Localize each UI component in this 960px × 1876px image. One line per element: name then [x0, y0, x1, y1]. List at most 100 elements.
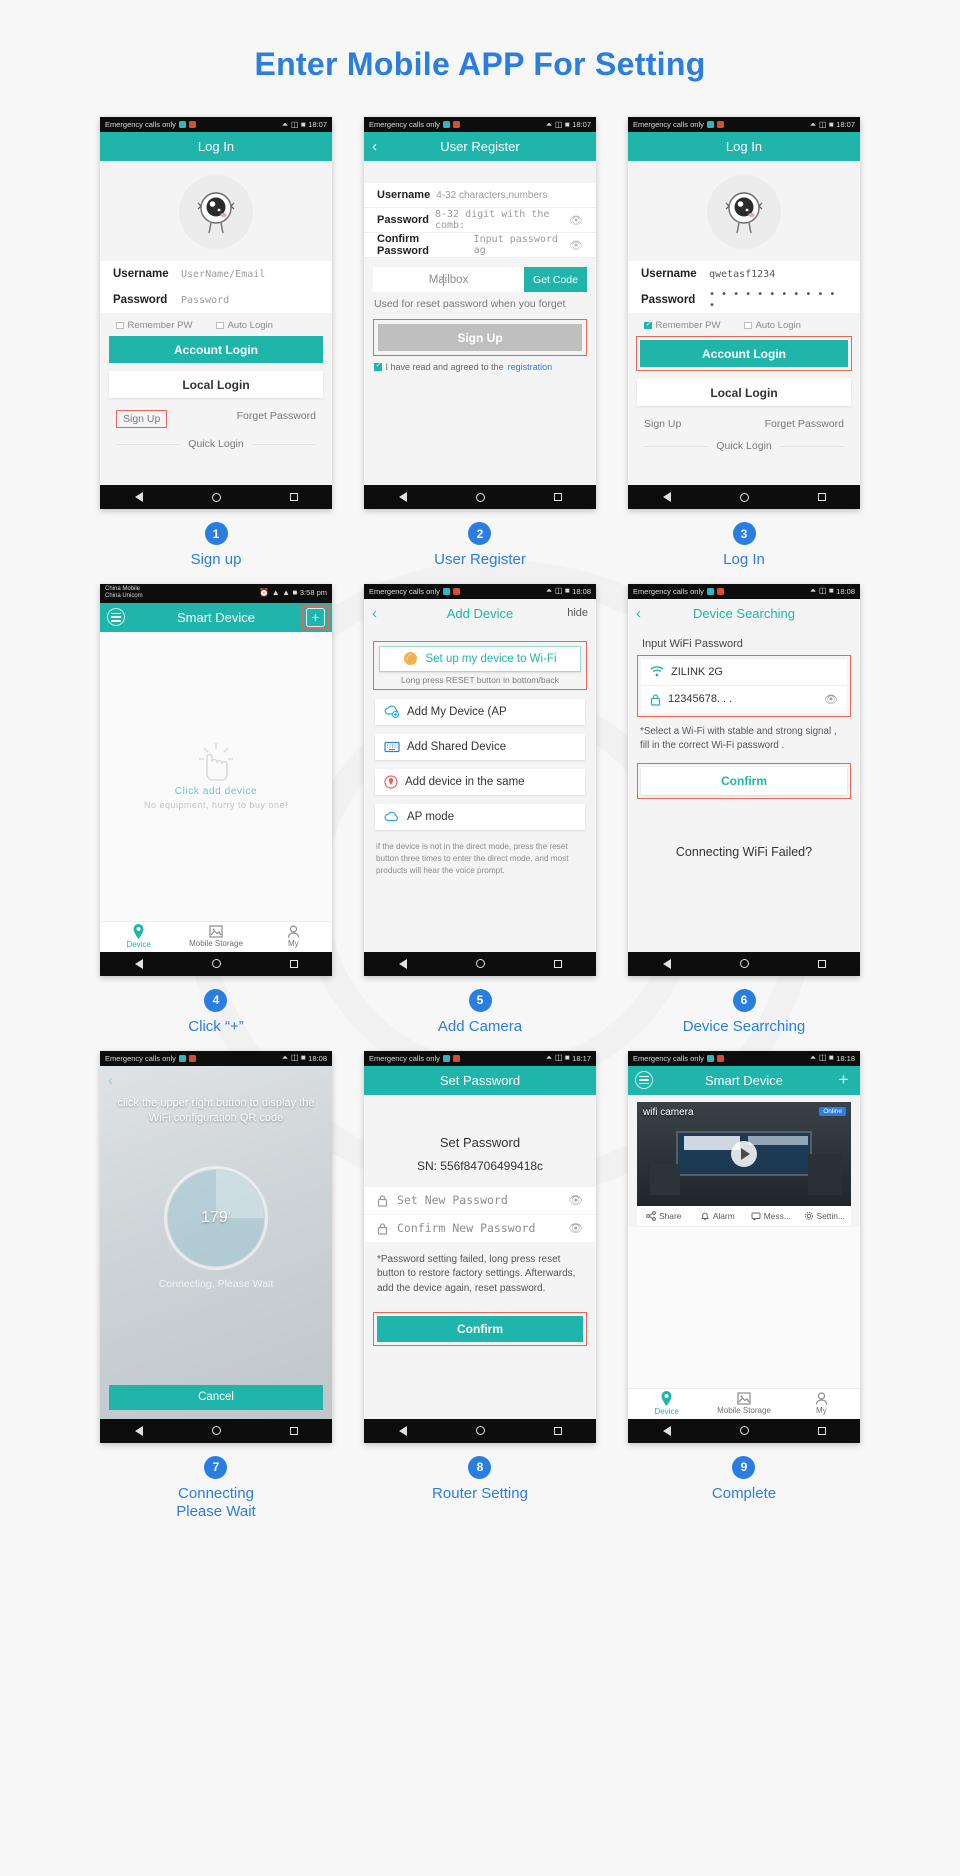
tab-device[interactable]: Device	[628, 1389, 705, 1419]
back-nav-icon[interactable]	[662, 492, 671, 502]
recents-nav-icon[interactable]	[817, 959, 826, 968]
password-input[interactable]: Password	[181, 295, 229, 306]
agreement-row[interactable]: I have read and agreed to the registratio…	[364, 356, 596, 372]
step-label: Log In	[723, 551, 765, 568]
tab-my[interactable]: My	[783, 1389, 860, 1419]
tab-device[interactable]: Device	[100, 922, 177, 952]
auto-login-checkbox[interactable]: Auto Login	[744, 320, 844, 331]
hamburger-menu-icon[interactable]	[107, 608, 125, 627]
hamburger-menu-icon[interactable]	[635, 1071, 653, 1089]
back-nav-icon[interactable]	[134, 1425, 143, 1436]
get-code-button[interactable]: Get Code	[524, 267, 587, 292]
tab-mobile-storage[interactable]: Mobile Storage	[177, 922, 254, 952]
home-nav-icon[interactable]	[475, 959, 485, 969]
local-login-button[interactable]: Local Login	[109, 371, 323, 398]
recents-nav-icon[interactable]	[553, 959, 562, 968]
back-nav-icon[interactable]	[398, 492, 407, 502]
setup-device-wifi-button[interactable]: Set up my device to Wi-Fi	[379, 645, 581, 672]
add-device-same-network-item[interactable]: Add device in the same	[375, 768, 585, 795]
eye-icon[interactable]: 👁	[569, 214, 583, 227]
eye-icon[interactable]: 👁	[569, 239, 583, 252]
recents-nav-icon[interactable]	[289, 493, 298, 501]
password-input[interactable]: • • • • • • • • • • • •	[709, 289, 847, 311]
recents-nav-icon[interactable]	[553, 493, 562, 501]
eye-icon[interactable]: 👁	[568, 1193, 583, 1207]
home-nav-icon[interactable]	[739, 1426, 749, 1435]
auto-login-checkbox[interactable]: Auto Login	[216, 320, 316, 331]
add-device-button[interactable]: +	[834, 1070, 853, 1090]
password-input[interactable]: 8-32 digit with the comb:	[435, 209, 569, 231]
eye-icon[interactable]: 👁	[568, 1221, 583, 1235]
hide-button[interactable]: hide	[567, 607, 588, 619]
remember-pw-checkbox[interactable]: Remember PW	[116, 320, 216, 331]
agreement-checkbox[interactable]	[374, 361, 382, 371]
confirm-button[interactable]: Confirm	[377, 1316, 583, 1342]
home-nav-icon[interactable]	[211, 492, 221, 502]
add-shared-device-item[interactable]: Add Shared Device	[375, 733, 585, 760]
quick-login-label[interactable]: Quick Login	[188, 438, 243, 450]
message-action[interactable]: Mess...	[744, 1211, 798, 1221]
account-login-button[interactable]: Account Login	[109, 336, 323, 363]
back-nav-icon[interactable]	[134, 958, 143, 969]
confirm-password-field[interactable]: Confirm New Password 👁	[364, 1214, 596, 1242]
confirm-password-input[interactable]: Input password ag	[474, 234, 569, 256]
back-nav-icon[interactable]	[134, 492, 143, 502]
username-input[interactable]: 4-32 characters,numbers	[436, 190, 547, 201]
recents-nav-icon[interactable]	[817, 1426, 826, 1435]
sign-up-link[interactable]: Sign Up	[644, 418, 681, 430]
new-password-field[interactable]: Set New Password 👁	[364, 1186, 596, 1214]
play-button[interactable]	[731, 1140, 757, 1167]
settings-action[interactable]: Settin...	[798, 1211, 852, 1221]
home-nav-icon[interactable]	[475, 1426, 485, 1435]
home-nav-icon[interactable]	[475, 492, 485, 502]
home-nav-icon[interactable]	[211, 1426, 221, 1435]
home-nav-icon[interactable]	[739, 492, 749, 502]
remember-pw-checkbox[interactable]: Remember PW	[644, 320, 744, 331]
home-nav-icon[interactable]	[211, 959, 221, 969]
eye-icon[interactable]: 👁	[824, 693, 838, 706]
back-nav-icon[interactable]	[398, 1425, 407, 1436]
back-nav-icon[interactable]	[662, 958, 671, 969]
tab-mobile-storage[interactable]: Mobile Storage	[705, 1389, 782, 1419]
username-input[interactable]: UserName/Email	[181, 269, 265, 280]
recents-nav-icon[interactable]	[289, 1426, 298, 1435]
back-nav-icon[interactable]	[398, 958, 407, 969]
alarm-action[interactable]: Alarm	[691, 1211, 745, 1221]
recents-nav-icon[interactable]	[553, 1426, 562, 1435]
recents-nav-icon[interactable]	[289, 959, 298, 968]
forget-password-link[interactable]: Forget Password	[237, 410, 316, 428]
registration-link[interactable]: registration	[508, 362, 553, 372]
password-field[interactable]: Password 8-32 digit with the comb: 👁	[364, 208, 596, 233]
confirm-password-field[interactable]: Confirm Password Input password ag 👁	[364, 233, 596, 258]
mailbox-input[interactable]: Mailbox	[373, 267, 525, 292]
username-field[interactable]: Username 4-32 characters,numbers	[364, 183, 596, 208]
quick-login-label[interactable]: Quick Login	[716, 440, 771, 452]
camera-preview[interactable]: wifi camera Online	[637, 1101, 851, 1206]
sign-up-link[interactable]: Sign Up	[116, 410, 168, 428]
tab-my[interactable]: My	[255, 922, 332, 952]
wifi-ssid-row[interactable]: ZILINK 2G	[641, 659, 847, 686]
local-login-button[interactable]: Local Login	[637, 379, 851, 406]
share-action[interactable]: Share	[637, 1211, 691, 1221]
sign-up-button[interactable]: Sign Up	[378, 324, 582, 351]
username-input[interactable]: qwetasf1234	[709, 269, 775, 280]
back-arrow-icon[interactable]: ‹	[372, 138, 377, 155]
back-arrow-icon[interactable]: ‹	[636, 605, 641, 622]
cancel-button[interactable]: Cancel	[109, 1384, 323, 1410]
password-field[interactable]: Password Password	[100, 287, 332, 313]
back-nav-icon[interactable]	[662, 1425, 671, 1436]
account-login-button[interactable]: Account Login	[640, 340, 848, 367]
wifi-password-row[interactable]: 12345678. . . 👁	[641, 686, 847, 713]
home-nav-icon[interactable]	[739, 959, 749, 969]
add-my-device-item[interactable]: Add My Device (AP	[375, 698, 585, 725]
password-field[interactable]: Password • • • • • • • • • • • •	[628, 287, 860, 313]
username-field[interactable]: Username UserName/Email	[100, 261, 332, 287]
connecting-failed-link[interactable]: Connecting WiFi Failed?	[628, 845, 860, 859]
forget-password-link[interactable]: Forget Password	[765, 418, 844, 430]
back-arrow-icon[interactable]: ‹	[108, 1072, 113, 1089]
recents-nav-icon[interactable]	[817, 493, 826, 501]
username-field[interactable]: Username qwetasf1234	[628, 261, 860, 287]
ap-mode-item[interactable]: AP mode	[375, 803, 585, 830]
back-arrow-icon[interactable]: ‹	[372, 605, 377, 622]
confirm-button[interactable]: Confirm	[641, 767, 847, 796]
